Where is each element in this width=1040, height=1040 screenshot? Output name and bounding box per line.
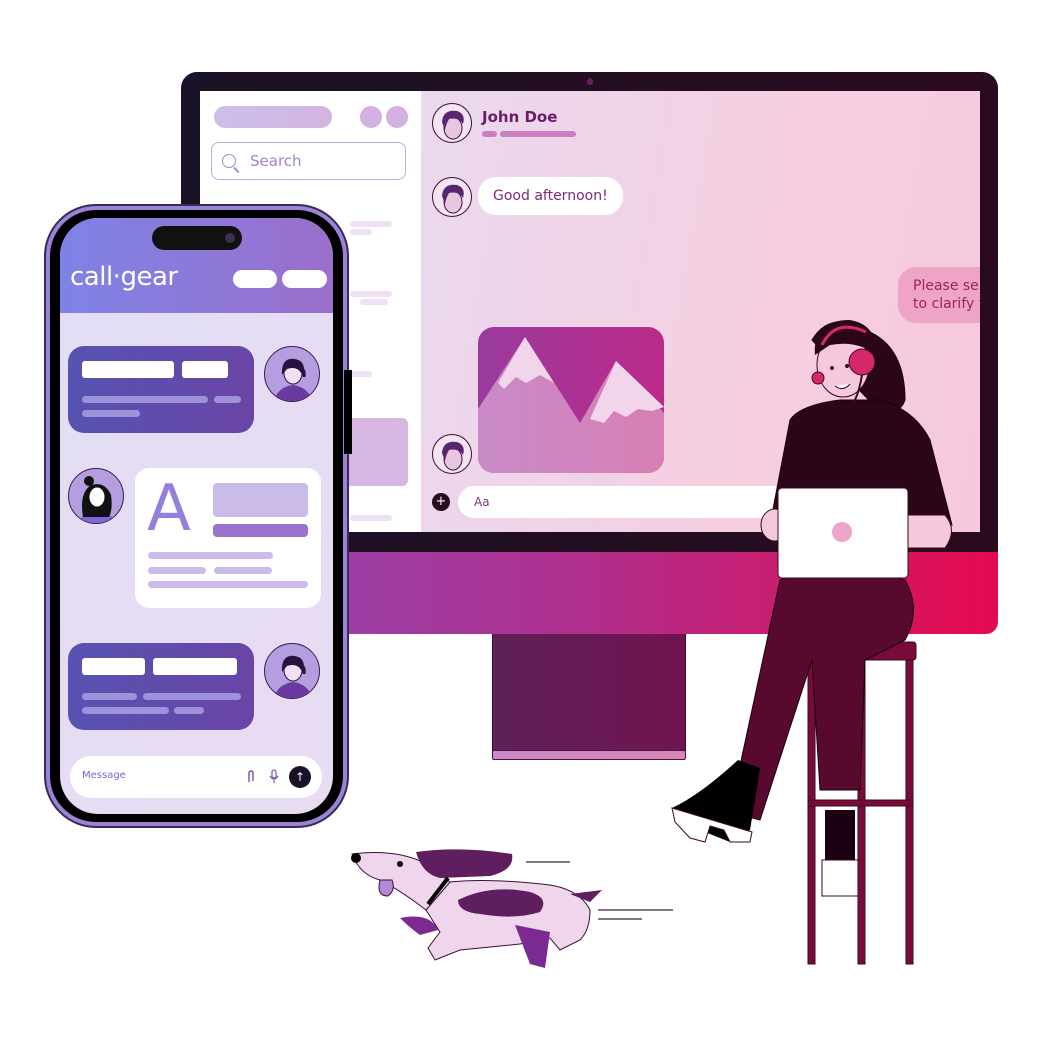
document-card[interactable]: A — [135, 468, 321, 608]
text-placeholder — [82, 396, 208, 403]
headset-agent-avatar-icon — [273, 655, 313, 698]
mobile-message-input[interactable]: Message ↑ — [70, 756, 322, 798]
text-placeholder — [182, 361, 228, 378]
text-placeholder — [148, 552, 273, 559]
laptop-icon — [777, 487, 909, 579]
message-placeholder: Message — [82, 770, 126, 781]
mobile-header: call·gear — [60, 218, 333, 313]
text-placeholder — [82, 707, 169, 714]
header-button[interactable] — [233, 270, 277, 288]
dynamic-island — [152, 226, 242, 250]
text-placeholder — [214, 567, 272, 574]
dog-icon — [351, 849, 602, 968]
text-placeholder — [82, 361, 174, 378]
agent-avatar — [264, 643, 320, 699]
message-card[interactable] — [68, 346, 254, 433]
phone-side-button — [344, 370, 352, 454]
woman-avatar-icon — [77, 476, 117, 523]
text-placeholder — [82, 410, 140, 417]
customer-avatar — [68, 468, 124, 524]
paperclip-icon[interactable] — [246, 770, 256, 784]
text-placeholder — [82, 658, 145, 675]
text-placeholder — [143, 693, 241, 700]
mobile-chat-app: call·gear A Message ↑ — [60, 218, 333, 814]
text-placeholder — [82, 693, 137, 700]
camera-lens-icon — [225, 233, 235, 243]
title-placeholder — [213, 524, 308, 537]
microphone-icon[interactable] — [269, 769, 279, 784]
message-card[interactable] — [68, 643, 254, 730]
headset-agent-avatar-icon — [273, 358, 313, 401]
text-placeholder — [174, 707, 204, 714]
text-placeholder — [148, 567, 206, 574]
image-placeholder — [213, 483, 308, 517]
text-placeholder — [148, 581, 308, 588]
send-button[interactable]: ↑ — [289, 766, 311, 788]
text-placeholder — [153, 658, 237, 675]
text-placeholder — [214, 396, 241, 403]
calltouch-logo: call·gear — [70, 262, 178, 292]
agent-avatar — [264, 346, 320, 402]
text-document-icon: A — [147, 472, 191, 546]
running-dog-illustration — [351, 849, 673, 968]
header-button[interactable] — [282, 270, 327, 288]
